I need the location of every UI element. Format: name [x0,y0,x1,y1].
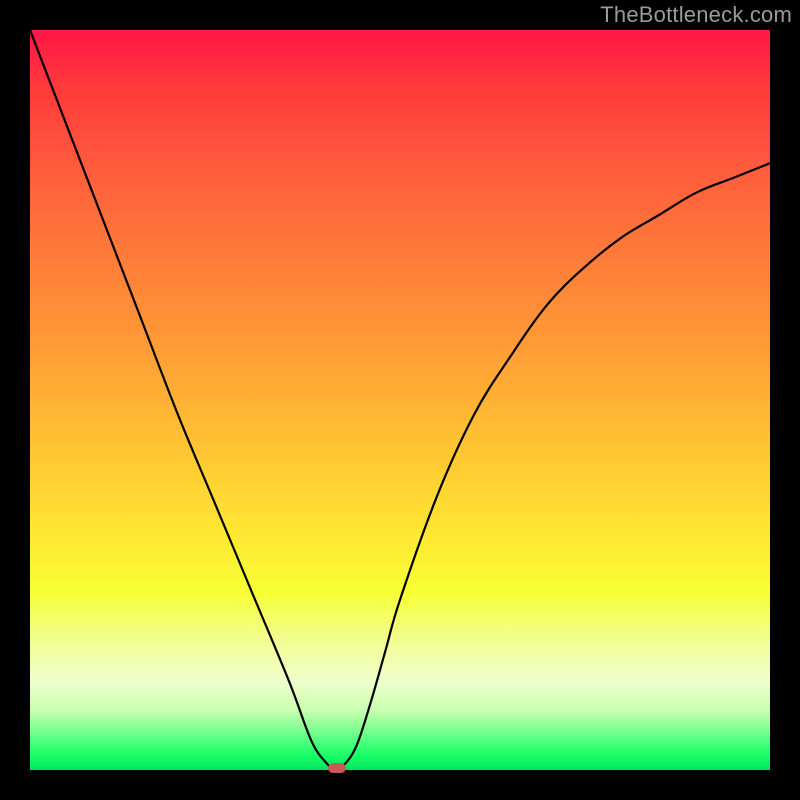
chart-frame: TheBottleneck.com [0,0,800,800]
watermark-text: TheBottleneck.com [600,2,792,28]
minimum-marker [328,763,346,773]
plot-area [30,30,770,770]
bottleneck-curve [30,30,770,770]
